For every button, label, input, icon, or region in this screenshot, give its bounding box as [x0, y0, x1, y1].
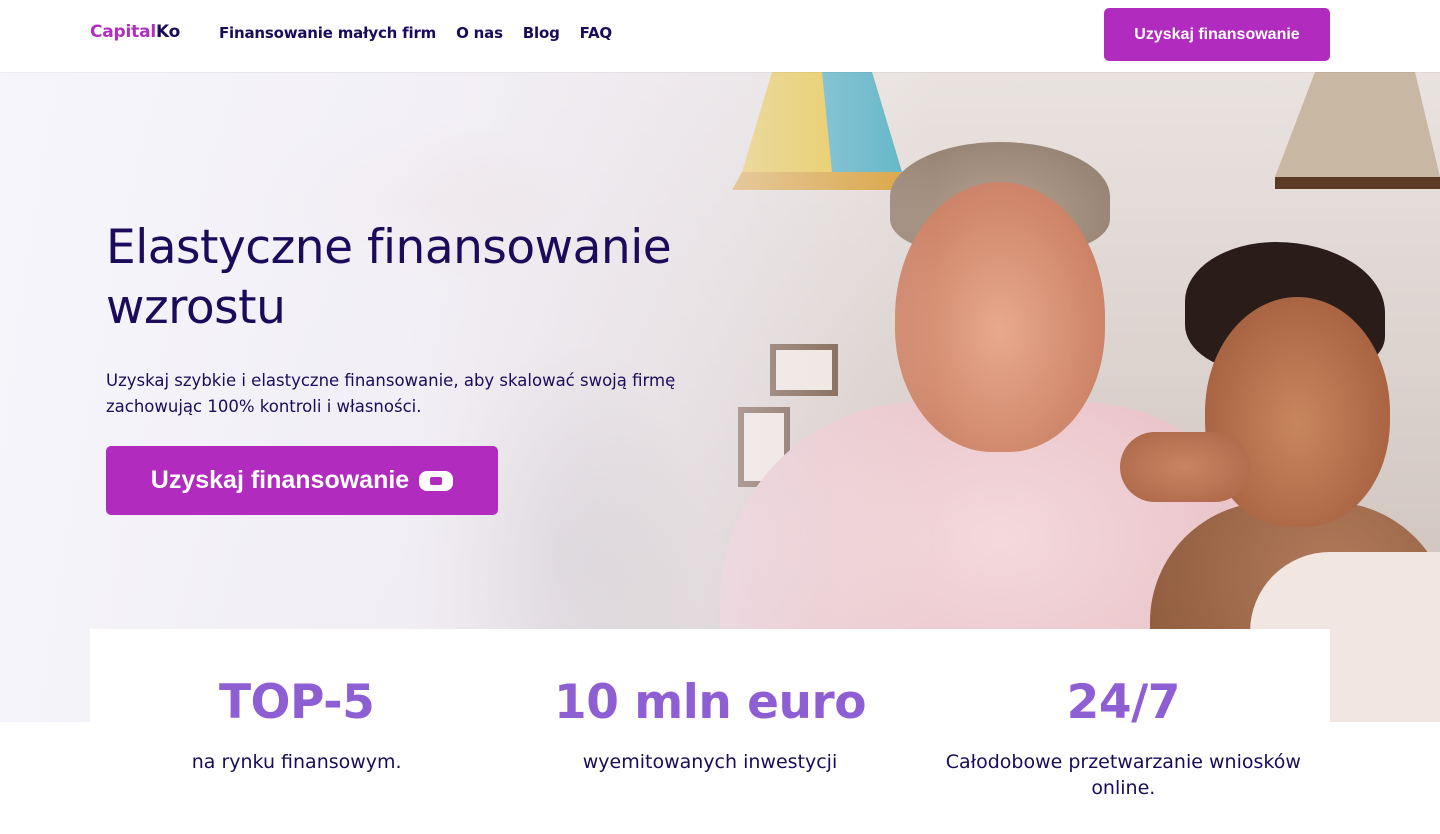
hero-get-financing-button[interactable]: Uzyskaj finansowanie — [106, 446, 498, 515]
nav-item-blog[interactable]: Blog — [523, 24, 560, 42]
hero-section: Elastyczne finansowanie wzrostu Uzyskaj … — [0, 72, 1440, 722]
logo-part-capital: Capital — [90, 22, 156, 42]
hero-content: Elastyczne finansowanie wzrostu Uzyskaj … — [106, 218, 786, 420]
nav-item-faq[interactable]: FAQ — [580, 24, 612, 42]
nav-item-small-business-financing[interactable]: Finansowanie małych firm — [219, 24, 436, 42]
hero-subtitle: Uzyskaj szybkie i elastyczne finansowani… — [106, 371, 676, 416]
stat-label: Całodobowe przetwarzanie wniosków online… — [945, 751, 1301, 799]
stat-item: 24/7 Całodobowe przetwarzanie wniosków o… — [917, 629, 1330, 834]
stat-value: 10 mln euro — [554, 675, 866, 730]
stat-value: 24/7 — [1066, 675, 1181, 730]
stat-item: TOP-5 na rynku finansowym. — [90, 629, 503, 834]
nav-item-about[interactable]: O nas — [456, 24, 503, 42]
stat-label: wyemitowanych inwestycji — [582, 751, 838, 773]
stat-value: TOP-5 — [218, 675, 375, 730]
main-nav: Finansowanie małych firm O nas Blog FAQ — [219, 24, 612, 42]
logo-part-ko: Ko — [155, 22, 181, 42]
logo[interactable]: CapitalKo — [90, 22, 180, 42]
hero-title: Elastyczne finansowanie wzrostu — [106, 220, 672, 335]
header-get-financing-button[interactable]: Uzyskaj finansowanie — [1104, 8, 1330, 61]
hero-cta-label: Uzyskaj finansowanie — [150, 466, 410, 494]
wallet-icon — [419, 470, 454, 491]
stat-label: na rynku finansowym. — [191, 751, 402, 773]
stat-item: 10 mln euro wyemitowanych inwestycji — [503, 629, 916, 834]
site-header: CapitalKo Finansowanie małych firm O nas… — [0, 0, 1440, 72]
stats-section: TOP-5 na rynku finansowym. 10 mln euro w… — [90, 629, 1330, 834]
